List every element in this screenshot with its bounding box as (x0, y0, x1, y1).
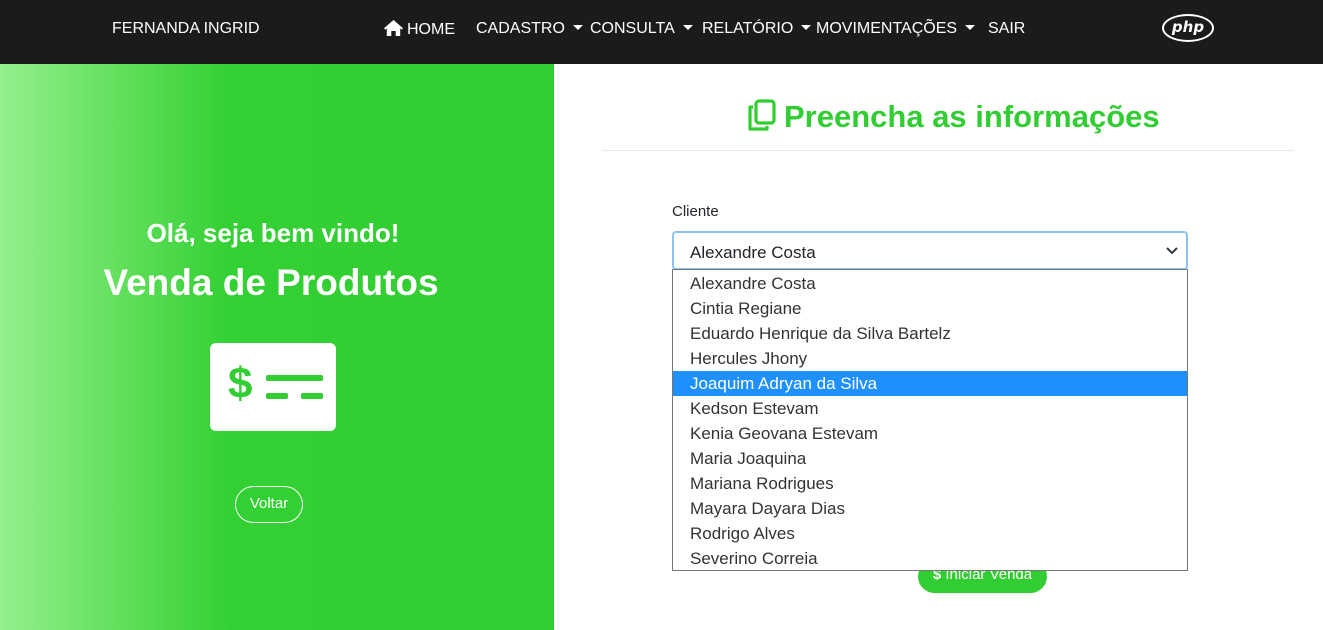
client-select-value: Alexandre Costa (690, 243, 816, 262)
nav-sair[interactable]: SAIR (988, 20, 1025, 38)
home-icon (384, 20, 403, 36)
caret-down-icon (682, 25, 693, 30)
top-navbar: FERNANDA INGRID HOME CADASTRO CONSULTA R… (0, 0, 1323, 64)
client-select[interactable]: Alexandre Costa (672, 231, 1188, 270)
form-title-text: Preencha as informações (784, 99, 1160, 134)
nav-sair-label: SAIR (988, 20, 1026, 37)
hero-panel: Olá, seja bem vindo! Venda de Produtos $… (0, 64, 554, 630)
client-option[interactable]: Cintia Regiane (673, 296, 1187, 321)
nav-movimentacoes-label: MOVIMENTAÇÕES (816, 20, 958, 37)
nav-home-label: HOME (407, 21, 455, 38)
client-option[interactable]: Kenia Geovana Estevam (673, 421, 1187, 446)
hero-greeting: Olá, seja bem vindo! (146, 218, 400, 248)
hero-title: Venda de Produtos (103, 262, 439, 303)
copy-icon (748, 99, 776, 131)
client-dropdown-list: Alexandre Costa Cintia Regiane Eduardo H… (672, 269, 1188, 571)
nav-home[interactable]: HOME (384, 20, 455, 39)
nav-relatorio-label: RELATÓRIO (702, 20, 794, 37)
caret-down-icon (572, 25, 583, 30)
navbar-brand[interactable]: FERNANDA INGRID (112, 20, 260, 38)
nav-relatorio[interactable]: RELATÓRIO (702, 20, 812, 38)
client-option[interactable]: Severino Correia (673, 546, 1187, 571)
client-option[interactable]: Maria Joaquina (673, 446, 1187, 471)
client-option[interactable]: Kedson Estevam (673, 396, 1187, 421)
nav-cadastro-label: CADASTRO (476, 20, 565, 37)
chevron-down-icon (1166, 247, 1178, 255)
client-option[interactable]: Hercules Jhony (673, 346, 1187, 371)
divider (602, 150, 1294, 151)
nav-movimentacoes[interactable]: MOVIMENTAÇÕES (816, 20, 976, 38)
client-option[interactable]: Rodrigo Alves (673, 521, 1187, 546)
nav-consulta-label: CONSULTA (590, 20, 675, 37)
client-option[interactable]: Alexandre Costa (673, 271, 1187, 296)
client-option[interactable]: Mayara Dayara Dias (673, 496, 1187, 521)
client-option[interactable]: Eduardo Henrique da Silva Bartelz (673, 321, 1187, 346)
client-label: Cliente (672, 203, 719, 220)
money-check-icon: $ (210, 343, 336, 431)
nav-consulta[interactable]: CONSULTA (590, 20, 693, 38)
caret-down-icon (965, 25, 976, 30)
client-option-highlighted[interactable]: Joaquim Adryan da Silva (673, 371, 1187, 396)
nav-cadastro[interactable]: CADASTRO (476, 20, 583, 38)
client-option[interactable]: Mariana Rodrigues (673, 471, 1187, 496)
form-title: Preencha as informações (748, 98, 1160, 136)
php-logo: php (1162, 14, 1214, 42)
back-button[interactable]: Voltar (235, 486, 303, 523)
caret-down-icon (801, 25, 812, 30)
